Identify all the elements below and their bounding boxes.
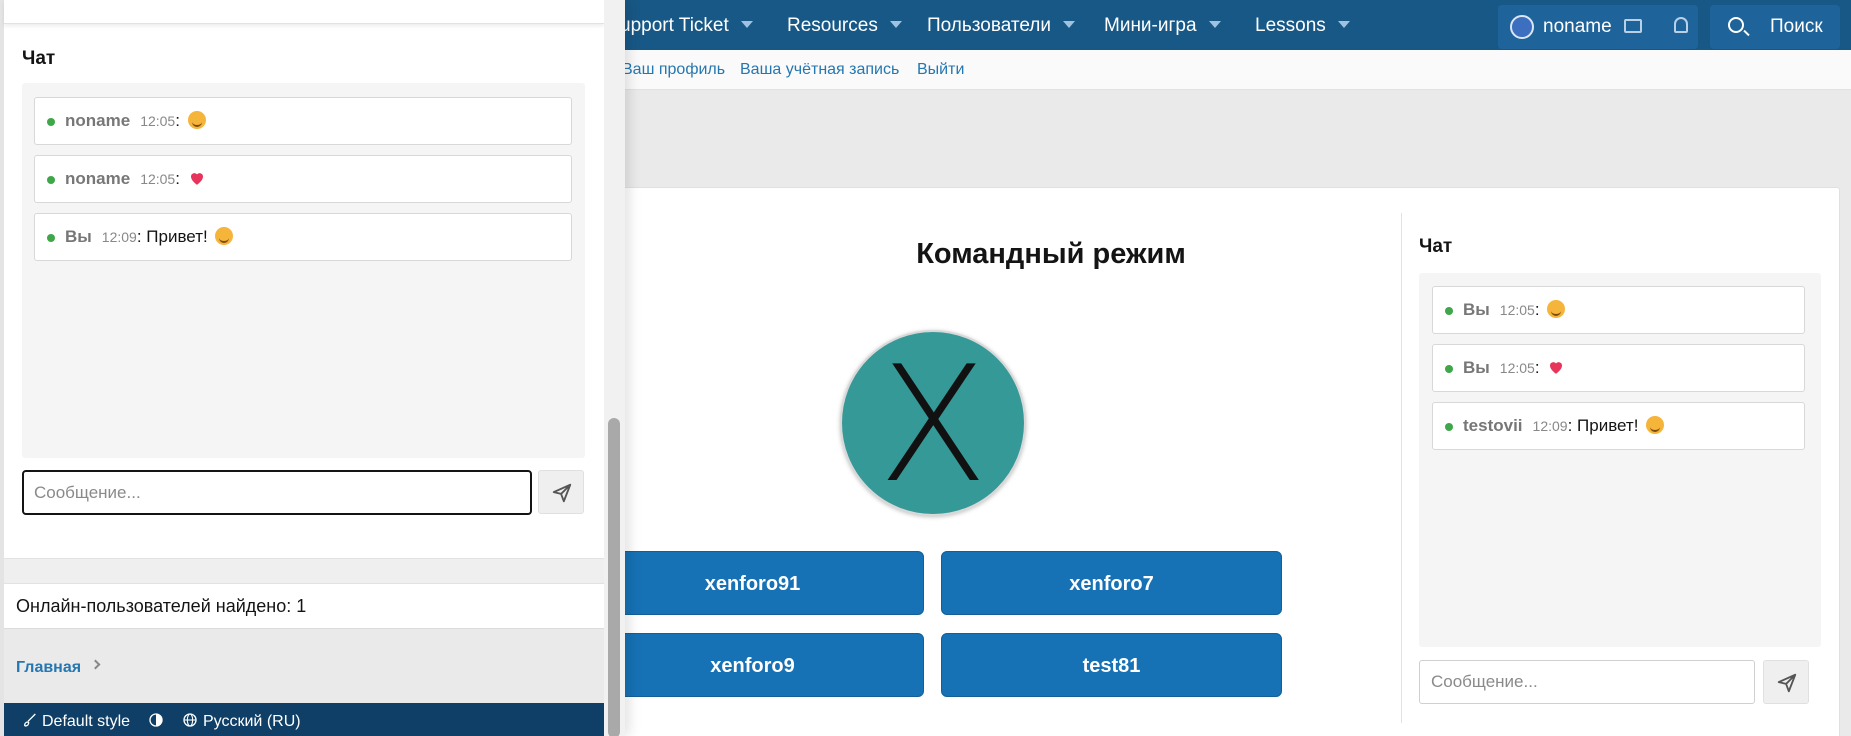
chat-message: noname 12:05: — [34, 155, 572, 203]
board-symbol: X — [878, 331, 988, 518]
scrollbar-thumb[interactable] — [608, 418, 620, 736]
online-dot — [1445, 423, 1453, 431]
contrast-icon — [149, 713, 163, 727]
nav-lessons[interactable]: Lessons — [1255, 0, 1350, 50]
send-icon — [552, 483, 572, 503]
chat-side-panel: Чат noname 12:05: noname 12:05: Вы 12:09: П… — [0, 0, 625, 736]
game-page-window: upport Ticket Resources Пользователи Мин… — [600, 0, 1851, 736]
online-dot — [47, 118, 55, 126]
avatar — [1510, 15, 1534, 39]
heart-emoji-icon — [1550, 362, 1563, 374]
chevron-down-icon — [1063, 21, 1076, 28]
column-divider — [1401, 213, 1402, 723]
smile-emoji-icon — [187, 111, 206, 129]
message-time: 12:05 — [140, 171, 176, 187]
message-author[interactable]: noname — [65, 169, 130, 188]
language-chooser[interactable]: Русский (RU) — [182, 703, 301, 736]
message-text: Привет! — [1577, 416, 1639, 435]
message-time: 12:05 — [140, 113, 176, 129]
breadcrumb-home[interactable]: Главная — [16, 659, 81, 677]
style-chooser[interactable]: Default style — [22, 703, 130, 736]
user-menu[interactable]: noname — [1498, 5, 1698, 49]
nav-resources[interactable]: Resources — [787, 0, 902, 50]
brush-icon — [23, 713, 36, 727]
chat-message: testovii 12:09: Привет! — [1432, 402, 1805, 450]
chat-message: noname 12:05: — [34, 97, 572, 145]
send-button[interactable] — [1763, 660, 1809, 704]
nav-minigame[interactable]: Мини-игра — [1104, 0, 1221, 50]
panel-edge — [0, 0, 4, 736]
online-dot — [1445, 307, 1453, 315]
smile-emoji-icon — [1547, 300, 1566, 318]
nav-label: Resources — [787, 15, 878, 36]
globe-icon — [183, 713, 197, 727]
player-button[interactable]: test81 — [941, 633, 1282, 697]
chat-message: Вы 12:05: — [1432, 286, 1805, 334]
link-logout[interactable]: Выйти — [917, 50, 964, 90]
message-text: Привет! — [146, 227, 208, 246]
message-author[interactable]: Вы — [1463, 358, 1490, 377]
chat-message-input[interactable] — [22, 470, 532, 515]
game-board-cell[interactable]: X — [840, 330, 1026, 518]
send-icon — [1777, 673, 1797, 693]
panel-top-strip — [4, 0, 604, 24]
message-time: 12:09 — [101, 229, 137, 245]
message-time: 12:09 — [1532, 418, 1568, 434]
heart-emoji-icon — [190, 173, 203, 185]
chat-message: Вы 12:09: Привет! — [34, 213, 572, 261]
language-label: Русский (RU) — [203, 713, 301, 730]
chat-title: Чат — [1419, 236, 1453, 257]
breadcrumb: Главная — [4, 628, 604, 703]
nav-support-ticket[interactable]: upport Ticket — [620, 0, 753, 50]
top-navigation: upport Ticket Resources Пользователи Мин… — [600, 0, 1851, 50]
online-dot — [47, 176, 55, 184]
online-dot — [1445, 365, 1453, 373]
online-dot — [47, 234, 55, 242]
bell-icon[interactable] — [1674, 17, 1688, 33]
player-button[interactable]: xenforo91 — [600, 551, 924, 615]
chat-messages: Вы 12:05: Вы 12:05: testovii 12:09: Привет! — [1419, 273, 1821, 647]
section-separator — [4, 558, 604, 584]
player-button[interactable]: xenforo7 — [941, 551, 1282, 615]
chevron-right-icon — [90, 659, 101, 670]
search-label: Поиск — [1770, 16, 1823, 37]
message-time: 12:05 — [1499, 302, 1535, 318]
player-button[interactable]: xenforo9 — [600, 633, 924, 697]
nav-label: Мини-игра — [1104, 15, 1197, 36]
online-users-count: Онлайн-пользователей найдено: 1 — [16, 596, 307, 616]
message-author[interactable]: noname — [65, 111, 130, 130]
message-author[interactable]: Вы — [1463, 300, 1490, 319]
chevron-down-icon — [740, 21, 753, 28]
page-footer: Default style Русский (RU) — [4, 703, 604, 736]
username-label: noname — [1543, 16, 1612, 37]
search-button[interactable]: Поиск — [1710, 5, 1840, 49]
nav-label: Lessons — [1255, 15, 1326, 36]
send-button[interactable] — [538, 470, 584, 514]
search-icon — [1728, 17, 1744, 33]
nav-users[interactable]: Пользователи — [927, 0, 1076, 50]
game-card: Командный режим X xenforo91 xenforo7 xen… — [600, 187, 1840, 736]
panel-scrollbar[interactable] — [604, 0, 625, 736]
chevron-down-icon — [1208, 21, 1221, 28]
smile-emoji-icon — [215, 227, 234, 245]
chat-title: Чат — [22, 48, 56, 69]
account-subnav: Ваш профиль Ваша учётная запись Выйти — [600, 50, 1851, 90]
chevron-down-icon — [889, 21, 902, 28]
message-author[interactable]: Вы — [65, 227, 92, 246]
game-mode-title: Командный режим — [916, 238, 1186, 270]
nav-label: Пользователи — [927, 15, 1052, 36]
style-label: Default style — [42, 713, 131, 730]
nav-label: upport Ticket — [620, 15, 729, 36]
chat-messages: noname 12:05: noname 12:05: Вы 12:09: Приве… — [22, 83, 585, 458]
message-author[interactable]: testovii — [1463, 416, 1523, 435]
chevron-down-icon — [1337, 21, 1350, 28]
link-profile[interactable]: Ваш профиль — [622, 50, 725, 90]
envelope-icon[interactable] — [1624, 19, 1642, 33]
chat-message: Вы 12:05: — [1432, 344, 1805, 392]
chat-message-input[interactable] — [1419, 660, 1755, 704]
theme-toggle[interactable] — [148, 703, 164, 736]
smile-emoji-icon — [1646, 416, 1665, 434]
link-account[interactable]: Ваша учётная запись — [740, 50, 899, 90]
message-time: 12:05 — [1499, 360, 1535, 376]
